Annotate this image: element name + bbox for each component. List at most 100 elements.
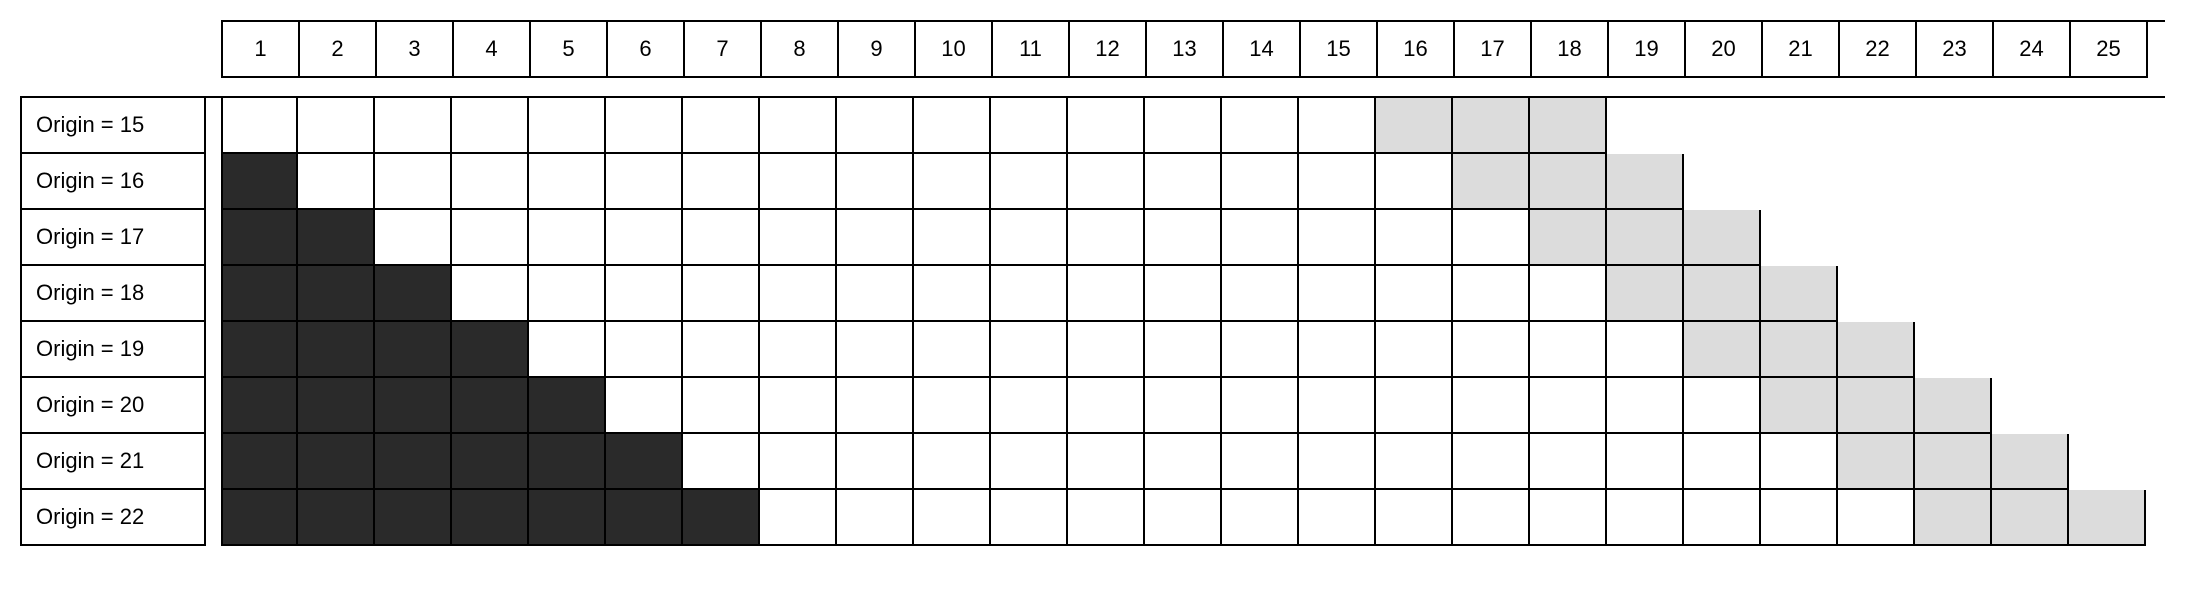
column-header: 3 xyxy=(377,22,454,78)
cell xyxy=(298,154,375,210)
column-header: 2 xyxy=(300,22,377,78)
column-header: 13 xyxy=(1147,22,1224,78)
cell xyxy=(1453,98,1530,154)
cell xyxy=(914,378,991,434)
cell xyxy=(1222,322,1299,378)
cell xyxy=(1376,490,1453,546)
cell xyxy=(683,98,760,154)
column-header: 21 xyxy=(1763,22,1840,78)
cell xyxy=(452,210,529,266)
table-row: Origin = 19 xyxy=(20,322,2165,378)
cell xyxy=(1068,434,1145,490)
cell xyxy=(991,322,1068,378)
cell xyxy=(760,434,837,490)
table-row: Origin = 21 xyxy=(20,434,2165,490)
cell xyxy=(1145,434,1222,490)
cell xyxy=(452,322,529,378)
cell xyxy=(375,322,452,378)
cell xyxy=(452,98,529,154)
cell xyxy=(1068,266,1145,322)
cell xyxy=(1530,490,1607,546)
cell xyxy=(1376,378,1453,434)
gap xyxy=(206,434,221,490)
cell xyxy=(606,434,683,490)
column-header: 20 xyxy=(1686,22,1763,78)
cell xyxy=(375,154,452,210)
cell xyxy=(760,490,837,546)
cell xyxy=(683,266,760,322)
cell xyxy=(606,322,683,378)
cell xyxy=(837,322,914,378)
cell xyxy=(760,322,837,378)
cell xyxy=(1453,266,1530,322)
cell xyxy=(1299,210,1376,266)
cell xyxy=(1530,98,1607,154)
row-label: Origin = 21 xyxy=(20,434,206,490)
cell xyxy=(914,98,991,154)
cell xyxy=(298,490,375,546)
cell xyxy=(1222,378,1299,434)
cell xyxy=(452,434,529,490)
cell xyxy=(1376,98,1453,154)
cell xyxy=(914,490,991,546)
cell xyxy=(1222,266,1299,322)
column-header: 19 xyxy=(1609,22,1686,78)
cell xyxy=(529,378,606,434)
cell xyxy=(529,434,606,490)
row-label: Origin = 19 xyxy=(20,322,206,378)
column-header-row: 1234567891011121314151617181920212223242… xyxy=(221,20,2165,78)
cell xyxy=(1838,322,1915,378)
cell xyxy=(1530,322,1607,378)
column-header: 11 xyxy=(993,22,1070,78)
cell xyxy=(914,266,991,322)
cell xyxy=(1684,322,1761,378)
cell xyxy=(1376,210,1453,266)
cell xyxy=(375,210,452,266)
cell xyxy=(606,378,683,434)
column-header: 10 xyxy=(916,22,993,78)
cell xyxy=(1145,266,1222,322)
gap xyxy=(206,210,221,266)
gap xyxy=(206,322,221,378)
cell xyxy=(837,378,914,434)
cell xyxy=(991,266,1068,322)
cell xyxy=(1915,378,1992,434)
cell xyxy=(1838,490,1915,546)
cell xyxy=(1145,154,1222,210)
cell xyxy=(914,154,991,210)
cell xyxy=(221,490,298,546)
cell xyxy=(1453,154,1530,210)
row-label: Origin = 15 xyxy=(20,98,206,154)
cell xyxy=(1068,322,1145,378)
cell xyxy=(837,210,914,266)
column-header: 17 xyxy=(1455,22,1532,78)
column-header: 7 xyxy=(685,22,762,78)
cell xyxy=(221,434,298,490)
cell xyxy=(683,434,760,490)
cell xyxy=(991,98,1068,154)
cell xyxy=(1915,434,1992,490)
cell xyxy=(1068,210,1145,266)
column-header: 5 xyxy=(531,22,608,78)
cell xyxy=(1145,210,1222,266)
gap xyxy=(206,378,221,434)
cell xyxy=(1684,266,1761,322)
cell xyxy=(1376,266,1453,322)
cell xyxy=(683,490,760,546)
cell xyxy=(991,434,1068,490)
cell xyxy=(1607,490,1684,546)
data-grid: Origin = 15Origin = 16Origin = 17Origin … xyxy=(20,96,2165,546)
cell xyxy=(298,378,375,434)
row-label: Origin = 20 xyxy=(20,378,206,434)
cell xyxy=(683,210,760,266)
gap xyxy=(206,490,221,546)
cell xyxy=(529,98,606,154)
cell xyxy=(1530,434,1607,490)
cell xyxy=(1761,378,1838,434)
cell xyxy=(1838,434,1915,490)
cell xyxy=(1222,154,1299,210)
cell xyxy=(1915,490,1992,546)
cell xyxy=(1299,322,1376,378)
cell xyxy=(1992,434,2069,490)
cell xyxy=(1299,154,1376,210)
